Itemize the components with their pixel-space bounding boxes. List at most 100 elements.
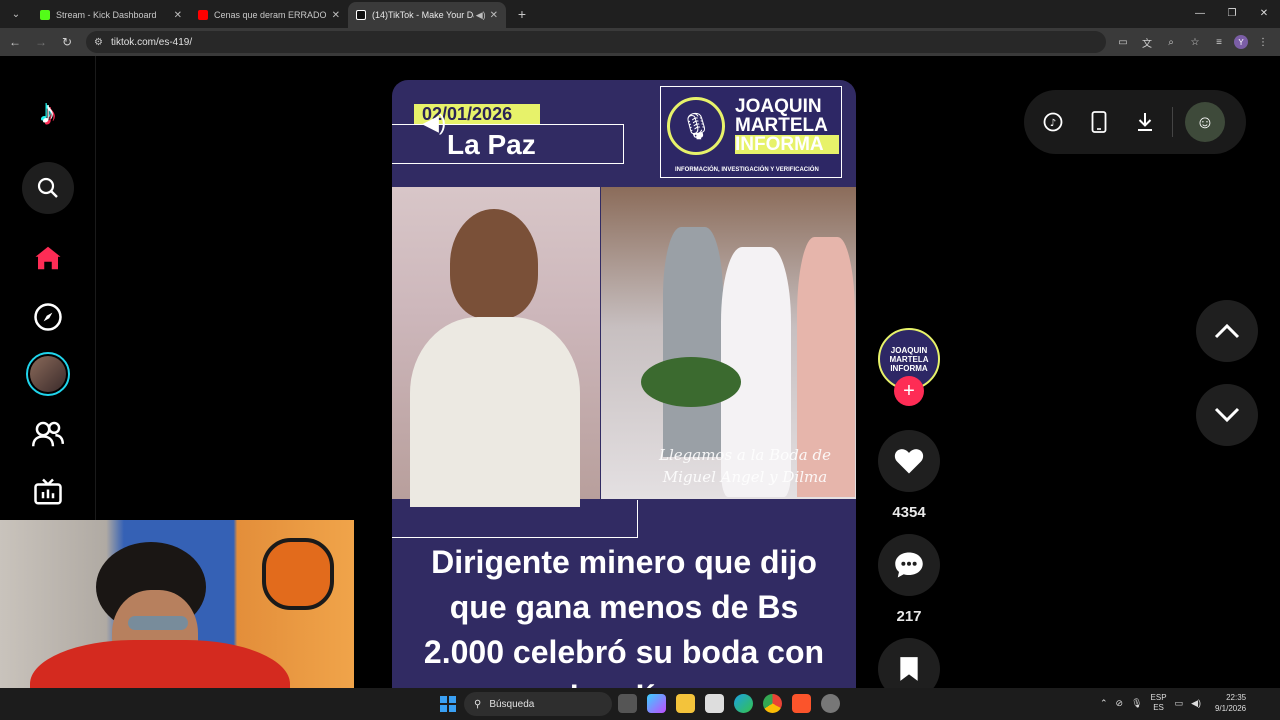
users-icon (32, 421, 64, 447)
clock[interactable]: 22:35 9/1/2026 (1215, 692, 1246, 714)
comment-count: 217 (896, 608, 922, 625)
mobile-app-icon[interactable] (1088, 111, 1110, 133)
tiger-poster (262, 538, 334, 610)
windows-start-icon[interactable] (440, 696, 456, 712)
presenter-figure (450, 209, 538, 319)
like-button[interactable] (878, 430, 940, 492)
tab-label: Stream - Kick Dashboard (56, 10, 157, 20)
speaker-icon[interactable]: ◀) (476, 10, 486, 21)
brand-logo: 🎙 JOAQUIN MARTELA INFORMA INFORMACIÓN, I… (660, 86, 842, 178)
brave-icon[interactable] (792, 694, 811, 713)
comment-icon (895, 552, 923, 578)
follow-button[interactable]: + (894, 376, 924, 406)
forward-icon[interactable]: → (30, 31, 52, 53)
zoom-icon[interactable]: ⌕ (1162, 33, 1180, 51)
comment-button[interactable] (878, 534, 940, 596)
lang-top: ESP (1150, 693, 1167, 702)
lang-bottom: ES (1153, 703, 1164, 712)
tab-kick[interactable]: Stream - Kick Dashboard ✕ (32, 2, 190, 28)
edge-icon[interactable] (734, 694, 753, 713)
microphone-icon[interactable]: 🎙 (1131, 698, 1142, 709)
youtube-icon (198, 10, 208, 20)
brand-line: INFORMA (735, 135, 839, 154)
task-view-icon[interactable] (618, 694, 637, 713)
live-button[interactable] (22, 466, 74, 518)
close-window-icon[interactable]: ✕ (1248, 0, 1280, 26)
flowers (641, 357, 741, 407)
explore-button[interactable] (22, 291, 74, 343)
tab-tiktok[interactable]: (14)TikTok - Make Your Day ◀) ✕ (348, 2, 506, 28)
site-info-icon[interactable]: ⚙ (94, 37, 103, 48)
following-button[interactable] (22, 408, 74, 460)
presenter-shirt (410, 317, 580, 507)
tv-icon (34, 478, 62, 505)
search-icon (37, 177, 58, 198)
volume-icon[interactable]: ◀) (1191, 698, 1201, 709)
clock-date: 9/1/2026 (1214, 704, 1247, 713)
compass-icon (34, 303, 62, 331)
next-video-button[interactable] (1196, 384, 1258, 446)
volume-icon[interactable]: ◀) (422, 110, 446, 136)
video-headline: Dirigente minero que dijo que gana menos… (423, 544, 825, 688)
reload-icon[interactable]: ↻ (56, 31, 78, 53)
brand-name: JOAQUIN MARTELA INFORMA (735, 97, 839, 154)
cast-icon[interactable]: ▭ (1114, 33, 1132, 51)
home-icon (35, 246, 61, 270)
top-right-toolbar: ♪ ☺ (1024, 90, 1246, 154)
url-field[interactable]: ⚙ tiktok.com/es-419/ (86, 31, 1106, 53)
divider (1172, 107, 1173, 137)
tiktok-logo-icon[interactable]: ♪ (30, 94, 66, 130)
clock-time: 22:35 (1226, 693, 1247, 702)
close-icon[interactable]: ✕ (490, 10, 498, 21)
search-button[interactable] (22, 162, 74, 214)
settings-icon[interactable] (821, 694, 840, 713)
tab-search-icon[interactable]: ⌄ (4, 2, 28, 26)
tab-youtube[interactable]: Cenas que deram ERRADO em ✕ (190, 2, 348, 28)
url-text: tiktok.com/es-419/ (110, 36, 193, 48)
back-icon[interactable]: ← (4, 31, 26, 53)
chrome-icon[interactable] (763, 694, 782, 713)
reading-list-icon[interactable]: ≡ (1210, 33, 1228, 51)
language-indicator[interactable]: ESP ES (1151, 693, 1167, 713)
tiktok-page: ♪ 02/01/2026 La Paz ◀) 🎙 JOAQUIN MARTELA (0, 56, 1280, 720)
minimize-icon[interactable]: — (1184, 0, 1216, 26)
caption-divider (392, 500, 638, 538)
taskbar-apps (618, 694, 840, 713)
live-avatar[interactable] (26, 352, 70, 396)
tiktok-icon (356, 10, 366, 20)
chevron-down-icon (1214, 407, 1240, 423)
like-count: 4354 (892, 504, 926, 521)
kebab-menu-icon[interactable]: ⋮ (1254, 33, 1272, 51)
previous-video-button[interactable] (1196, 300, 1258, 362)
brand-line: JOAQUIN (735, 96, 822, 117)
close-icon[interactable]: ✕ (332, 10, 340, 21)
video-player[interactable]: 02/01/2026 La Paz ◀) 🎙 JOAQUIN MARTELA I… (392, 80, 856, 688)
download-icon[interactable] (1134, 111, 1156, 133)
user-avatar[interactable]: ☺ (1185, 102, 1225, 142)
taskbar-search[interactable]: ⚲ Búsqueda (464, 692, 612, 716)
new-tab-button[interactable]: + (510, 2, 534, 26)
video-overlay-text: Llegamos a la Boda de Miguel Angel y Dil… (659, 446, 831, 486)
bookmark-star-icon[interactable]: ☆ (1186, 33, 1204, 51)
file-explorer-icon[interactable] (676, 694, 695, 713)
tiktok-coin-icon[interactable]: ♪ (1042, 111, 1064, 133)
tab-label: (14)TikTok - Make Your Day (372, 10, 474, 20)
taskbar-search-placeholder: Búsqueda (489, 698, 535, 710)
home-button[interactable] (22, 232, 74, 284)
store-icon[interactable] (705, 694, 724, 713)
streamer-glasses (128, 616, 188, 630)
browser-tab-strip: ⌄ Stream - Kick Dashboard ✕ Cenas que de… (0, 0, 1280, 28)
chevron-up-icon (1214, 323, 1240, 339)
chevron-up-icon[interactable]: ⌃ (1100, 698, 1108, 709)
taskbar: ⚲ Búsqueda ⌃ ⊘ 🎙 ESP ES ▭ ◀) 22:35 9/1/2… (0, 688, 1280, 720)
copilot-icon[interactable] (647, 694, 666, 713)
restore-icon[interactable]: ❐ (1216, 0, 1248, 26)
close-icon[interactable]: ✕ (174, 10, 182, 21)
profile-avatar[interactable]: Y (1234, 35, 1248, 49)
network-icon[interactable]: ⊘ (1116, 698, 1124, 709)
display-icon[interactable]: ▭ (1175, 698, 1184, 709)
svg-text:♪: ♪ (1050, 118, 1056, 129)
groom-figure (663, 227, 723, 457)
translate-icon[interactable]: 文 (1138, 33, 1156, 51)
system-tray: ⌃ ⊘ 🎙 ESP ES ▭ ◀) 22:35 9/1/2026 (1100, 692, 1246, 714)
